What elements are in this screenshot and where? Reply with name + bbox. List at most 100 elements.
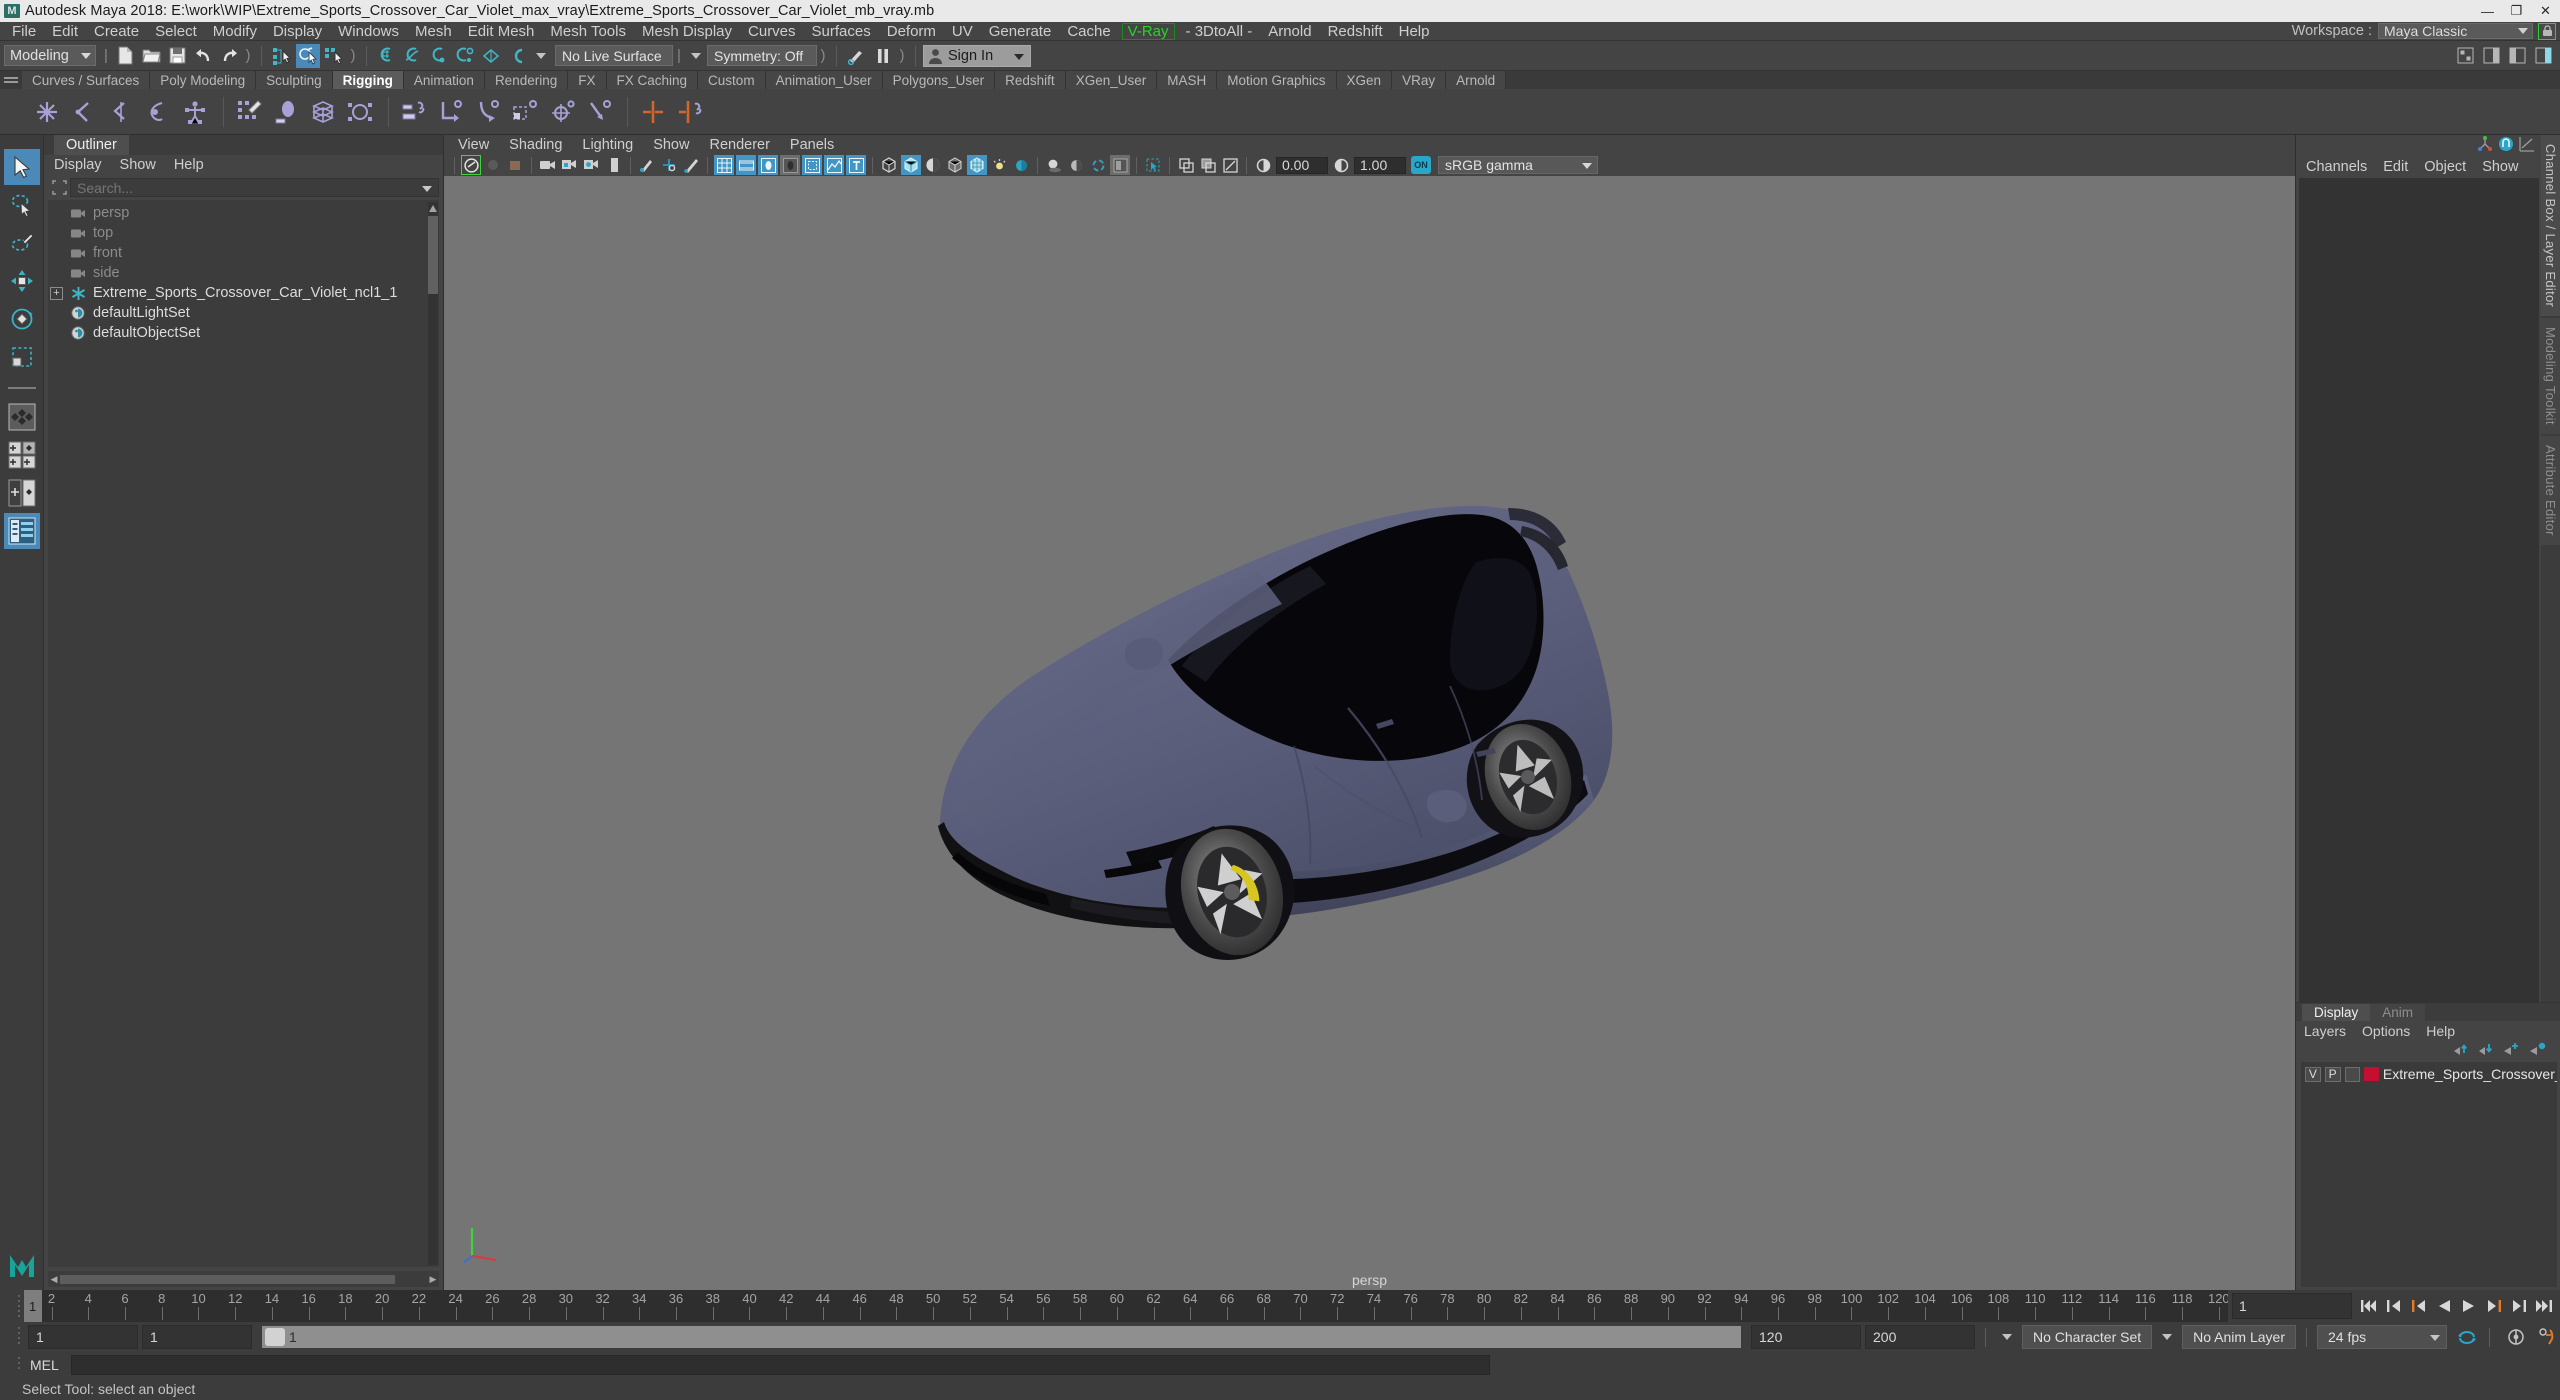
anim-layer-select[interactable]: No Anim Layer bbox=[2182, 1325, 2296, 1349]
save-scene-icon[interactable] bbox=[165, 44, 189, 68]
anim-layer-chevron-icon[interactable] bbox=[2162, 1334, 2173, 1340]
sign-in-button[interactable]: Sign In bbox=[923, 44, 1031, 67]
grease-pencil-icon[interactable] bbox=[659, 155, 679, 175]
channel-menu-channels[interactable]: Channels bbox=[2306, 159, 2367, 175]
manipulator-icon[interactable] bbox=[2477, 135, 2493, 157]
select-by-component-type-icon[interactable] bbox=[322, 44, 346, 68]
maximize-button[interactable]: ❐ bbox=[2502, 0, 2531, 22]
command-output-field[interactable] bbox=[1490, 1355, 2560, 1375]
gamma-field[interactable]: 1.00 bbox=[1354, 156, 1406, 174]
layer-visibility-toggle[interactable]: V bbox=[2305, 1066, 2321, 1082]
lock-camera-toggle-icon[interactable] bbox=[560, 155, 580, 175]
range-current-start-field[interactable]: 1 bbox=[142, 1325, 252, 1349]
tab-anim-layers[interactable]: Anim bbox=[2370, 1004, 2426, 1021]
command-language-label[interactable]: MEL bbox=[24, 1357, 71, 1373]
open-scene-icon[interactable] bbox=[139, 44, 163, 68]
create-ik-handle-icon[interactable] bbox=[67, 95, 101, 129]
xray-mode-icon[interactable] bbox=[1176, 155, 1196, 175]
outliner-persp-layout-button[interactable] bbox=[3, 513, 40, 549]
layer-menu-help[interactable]: Help bbox=[2426, 1023, 2455, 1039]
menu-mesh-tools[interactable]: Mesh Tools bbox=[542, 22, 634, 41]
bind-skin-icon[interactable] bbox=[269, 95, 303, 129]
outliner-menu-show[interactable]: Show bbox=[120, 157, 156, 173]
scroll-right-icon[interactable]: ▶ bbox=[427, 1273, 439, 1285]
layer-playback-toggle[interactable]: P bbox=[2324, 1066, 2341, 1082]
previous-key-icon[interactable] bbox=[2408, 1295, 2429, 1317]
shelf-tab-animation-user[interactable]: Animation_User bbox=[765, 71, 883, 89]
frame-selection-icon[interactable] bbox=[48, 179, 70, 197]
image-plane-icon[interactable] bbox=[604, 155, 624, 175]
snap-options-chevron-icon[interactable] bbox=[536, 52, 546, 59]
camera-settings-icon[interactable] bbox=[582, 155, 602, 175]
shelf-tab-redshift[interactable]: Redshift bbox=[995, 71, 1066, 89]
command-input-field[interactable] bbox=[70, 1355, 1490, 1375]
menu-windows[interactable]: Windows bbox=[330, 22, 407, 41]
isolate-select-icon[interactable] bbox=[1143, 155, 1163, 175]
symmetry-chevron-icon[interactable] bbox=[691, 52, 701, 59]
two-d-pan-zoom-icon[interactable] bbox=[637, 155, 657, 175]
viewport-menu-shading[interactable]: Shading bbox=[509, 137, 562, 153]
car-model-render[interactable] bbox=[444, 176, 2295, 1290]
lattice-deformer-icon[interactable] bbox=[306, 95, 340, 129]
loop-playback-icon[interactable] bbox=[2455, 1326, 2479, 1348]
multisample-aa-icon[interactable] bbox=[1110, 155, 1130, 175]
playback-end-field[interactable]: 120 bbox=[1751, 1325, 1861, 1349]
minimize-button[interactable]: — bbox=[2473, 0, 2502, 22]
point-constraint-icon[interactable] bbox=[434, 95, 468, 129]
search-input[interactable] bbox=[77, 179, 402, 196]
fps-select[interactable]: 24 fps bbox=[2317, 1325, 2447, 1349]
rotate-tool-button[interactable] bbox=[4, 301, 40, 337]
animation-preferences-icon[interactable] bbox=[2536, 1326, 2560, 1348]
pole-vector-constraint-icon[interactable] bbox=[582, 95, 616, 129]
outliner-item-default-object-set[interactable]: defaultObjectSet bbox=[48, 323, 439, 343]
color-management-toggle[interactable]: ON bbox=[1411, 156, 1431, 174]
vtab-channel-box-layer-editor[interactable]: Channel Box / Layer Editor bbox=[2541, 135, 2560, 317]
outliner-item-side[interactable]: side bbox=[48, 263, 439, 283]
shelf-tab-custom[interactable]: Custom bbox=[698, 71, 766, 89]
menu-display[interactable]: Display bbox=[265, 22, 330, 41]
menu-arnold[interactable]: Arnold bbox=[1260, 22, 1319, 41]
menu-3dtoall[interactable]: - 3DtoAll - bbox=[1178, 22, 1261, 41]
shelf-tab-rendering[interactable]: Rendering bbox=[484, 71, 569, 89]
viewport-menu-panels[interactable]: Panels bbox=[790, 137, 834, 153]
menu-redshift[interactable]: Redshift bbox=[1320, 22, 1391, 41]
outliner-horizontal-scrollbar[interactable]: ◀ ▶ bbox=[48, 1271, 439, 1287]
show-hide-attribute-editor-icon[interactable] bbox=[2480, 45, 2502, 67]
snap-to-grid-icon[interactable] bbox=[375, 44, 399, 68]
lasso-select-tool-button[interactable] bbox=[4, 187, 40, 223]
select-by-hierarchy-icon[interactable] bbox=[270, 44, 294, 68]
menu-create[interactable]: Create bbox=[86, 22, 147, 41]
bookmark-camera-icon[interactable] bbox=[538, 155, 558, 175]
menu-file[interactable]: File bbox=[4, 22, 44, 41]
outliner-item-default-light-set[interactable]: defaultLightSet bbox=[48, 303, 439, 323]
expand-toggle-icon[interactable]: + bbox=[50, 286, 63, 300]
magnet-icon[interactable] bbox=[505, 44, 529, 68]
character-set-chevron-icon[interactable] bbox=[2002, 1334, 2012, 1340]
show-hide-channel-box-icon[interactable] bbox=[2532, 45, 2554, 67]
shelf-tab-animation[interactable]: Animation bbox=[403, 71, 485, 89]
menu-mesh-display[interactable]: Mesh Display bbox=[634, 22, 740, 41]
aim-constraint-icon[interactable] bbox=[545, 95, 579, 129]
range-slider[interactable]: 1 bbox=[262, 1326, 1741, 1348]
create-layer-from-selected-icon[interactable] bbox=[2529, 1040, 2546, 1060]
workspace-select[interactable]: Maya Classic bbox=[2378, 23, 2533, 39]
range-slider-left-handle[interactable] bbox=[265, 1328, 285, 1346]
outliner-item-car-group[interactable]: + Extreme_Sports_Crossover_Car_Violet_nc… bbox=[48, 283, 439, 303]
vtab-attribute-editor[interactable]: Attribute Editor bbox=[2541, 435, 2560, 545]
scale-tool-button[interactable] bbox=[4, 339, 40, 375]
shelf-tab-poly-modeling[interactable]: Poly Modeling bbox=[150, 71, 257, 89]
gate-mask-icon[interactable] bbox=[780, 155, 800, 175]
channel-menu-object[interactable]: Object bbox=[2424, 159, 2466, 175]
auto-keyframe-icon[interactable] bbox=[2504, 1326, 2528, 1348]
menu-surfaces[interactable]: Surfaces bbox=[804, 22, 879, 41]
layer-menu-layers[interactable]: Layers bbox=[2304, 1023, 2346, 1039]
menu-modify[interactable]: Modify bbox=[205, 22, 265, 41]
play-forwards-icon[interactable] bbox=[2458, 1295, 2479, 1317]
grid-display-icon[interactable] bbox=[714, 155, 734, 175]
move-layer-down-icon[interactable] bbox=[2478, 1040, 2494, 1060]
layer-menu-options[interactable]: Options bbox=[2362, 1023, 2410, 1039]
snap-to-point-icon[interactable] bbox=[427, 44, 451, 68]
color-space-select[interactable]: sRGB gamma bbox=[1438, 156, 1598, 174]
time-slider-grip[interactable] bbox=[14, 1290, 24, 1322]
step-back-icon[interactable] bbox=[2383, 1295, 2404, 1317]
